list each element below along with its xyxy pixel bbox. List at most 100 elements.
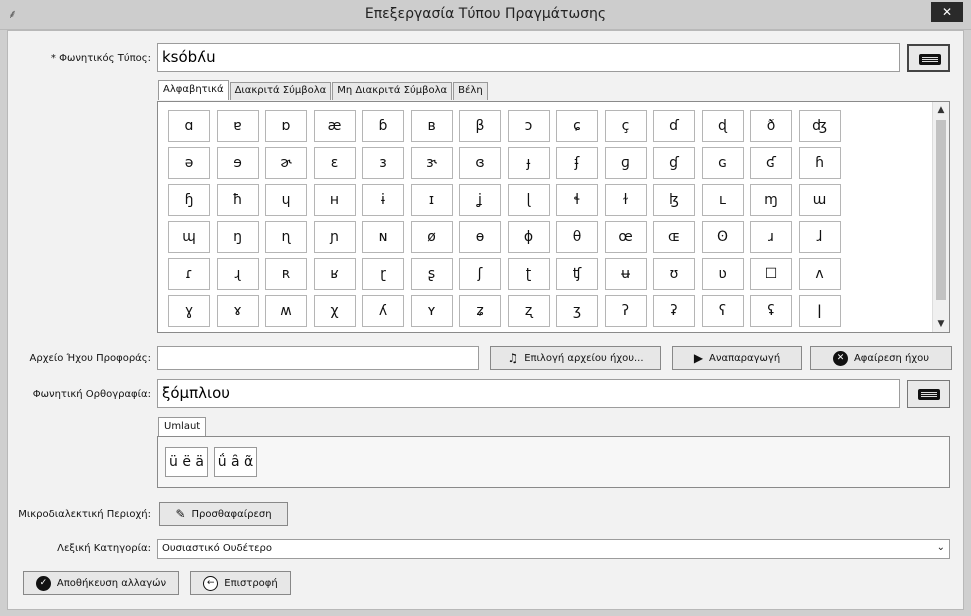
symbol-button[interactable]: ɥ <box>265 184 307 216</box>
symbol-button[interactable]: ɺ <box>798 221 841 253</box>
symbol-button[interactable]: ʃ <box>459 258 501 290</box>
symbol-scrollbar[interactable]: ▲ ▼ <box>932 102 949 332</box>
scroll-down-icon[interactable]: ▼ <box>933 316 949 332</box>
symbol-button[interactable]: ʏ <box>410 295 453 327</box>
symbol-button[interactable]: ʐ <box>507 295 550 327</box>
symbol-button[interactable]: ʜ <box>313 184 356 216</box>
symbol-button[interactable]: æ <box>313 110 356 142</box>
symbol-button[interactable]: ɘ <box>216 147 259 179</box>
symbol-button[interactable]: ʂ <box>410 258 453 290</box>
tab-alphabetic[interactable]: Αλφαβητικά <box>158 80 229 100</box>
symbol-button[interactable]: ʊ <box>653 258 695 290</box>
symbol-button[interactable]: ɱ <box>750 184 792 216</box>
symbol-button[interactable]: ʎ <box>362 295 404 327</box>
symbol-button[interactable]: ɯ <box>798 184 841 216</box>
symbol-button[interactable]: θ <box>556 221 598 253</box>
symbol-button[interactable]: ʢ <box>750 295 792 327</box>
symbol-button[interactable]: ʔ <box>604 295 647 327</box>
symbol-button[interactable]: ʘ <box>701 221 744 253</box>
symbol-button[interactable]: ɮ <box>653 184 695 216</box>
symbol-button[interactable]: ɰ <box>168 221 210 253</box>
phonetic-type-input[interactable]: ksóbʎu <box>157 43 900 72</box>
symbol-button[interactable]: ɴ <box>362 221 404 253</box>
close-button[interactable]: ✕ <box>931 2 963 22</box>
symbol-button[interactable]: ɖ <box>701 110 744 142</box>
symbol-button[interactable]: ŋ <box>216 221 259 253</box>
back-button[interactable]: ← Επιστροφή <box>190 571 291 595</box>
save-button[interactable]: ✓ Αποθήκευση αλλαγών <box>23 571 179 595</box>
symbol-button[interactable]: ʟ <box>701 184 744 216</box>
symbol-button[interactable]: ɑ <box>168 110 210 142</box>
symbol-button[interactable]: ʌ <box>798 258 841 290</box>
choose-audio-button[interactable]: ♫ Επιλογή αρχείου ήχου... <box>490 346 661 370</box>
symbol-button[interactable]: ɤ <box>216 295 259 327</box>
symbol-button[interactable]: ɾ <box>168 258 210 290</box>
symbol-button[interactable]: ɳ <box>265 221 307 253</box>
orthography-input[interactable]: ξόμπλιου <box>157 379 900 408</box>
symbol-button[interactable]: ɸ <box>507 221 550 253</box>
symbol-button[interactable]: β <box>459 110 501 142</box>
symbol-button[interactable]: ɕ <box>556 110 598 142</box>
symbol-button[interactable]: ʧ <box>556 258 598 290</box>
symbol-button[interactable]: ☐ <box>750 258 792 290</box>
symbol-button[interactable]: ɢ <box>701 147 744 179</box>
tab-non-diacritics[interactable]: Μη Διακριτά Σύμβολα <box>332 82 453 100</box>
symbol-button[interactable]: ɧ <box>168 184 210 216</box>
symbol-button[interactable]: ʉ <box>604 258 647 290</box>
tab-umlaut[interactable]: Umlaut <box>158 417 207 437</box>
symbol-button[interactable]: ɐ <box>216 110 259 142</box>
tab-diacritics[interactable]: Διακριτά Σύμβολα <box>229 82 332 100</box>
symbol-button[interactable]: ç <box>604 110 647 142</box>
symbol-button[interactable]: ʄ <box>556 147 598 179</box>
symbol-button[interactable]: ɨ <box>362 184 404 216</box>
symbol-button[interactable]: ɻ <box>216 258 259 290</box>
symbol-button[interactable]: ǁ <box>168 332 210 333</box>
phonetic-keyboard-button[interactable] <box>907 44 950 72</box>
symbol-button[interactable]: ɣ <box>168 295 210 327</box>
symbol-button[interactable]: œ <box>604 221 647 253</box>
audio-file-input[interactable] <box>157 346 479 370</box>
symbol-button[interactable]: ɔ <box>507 110 550 142</box>
umlaut-button-2[interactable]: ǘ ȃ ᾶ <box>214 447 257 477</box>
symbol-button[interactable]: ʛ <box>750 147 792 179</box>
symbol-button[interactable]: ɬ <box>556 184 598 216</box>
symbol-button[interactable]: ɗ <box>653 110 695 142</box>
symbol-button[interactable]: ɪ <box>410 184 453 216</box>
tab-arrows[interactable]: Βέλη <box>453 82 488 100</box>
symbol-button[interactable]: ɒ <box>265 110 307 142</box>
symbol-button[interactable]: ə <box>168 147 210 179</box>
symbol-button[interactable]: ʕ <box>701 295 744 327</box>
symbol-button[interactable]: ʀ <box>265 258 307 290</box>
symbol-button[interactable]: ɶ <box>653 221 695 253</box>
symbol-button[interactable]: ɹ <box>750 221 792 253</box>
scroll-thumb[interactable] <box>936 120 946 300</box>
umlaut-button-1[interactable]: ü ë ä <box>165 447 208 477</box>
symbol-button[interactable]: ǂ <box>217 332 259 333</box>
symbol-button[interactable]: ð <box>750 110 792 142</box>
scroll-up-icon[interactable]: ▲ <box>933 102 949 118</box>
symbol-button[interactable]: ɲ <box>313 221 356 253</box>
remove-audio-button[interactable]: ✕ Αφαίρεση ήχου <box>810 346 952 370</box>
orthography-keyboard-button[interactable] <box>907 380 950 408</box>
symbol-button[interactable]: ɫ <box>604 184 647 216</box>
symbol-button[interactable]: ɭ <box>507 184 550 216</box>
symbol-button[interactable]: ɜ <box>362 147 404 179</box>
symbol-button[interactable]: ɵ <box>459 221 501 253</box>
symbol-button[interactable]: χ <box>313 295 356 327</box>
symbol-button[interactable]: ɝ <box>410 147 453 179</box>
symbol-button[interactable]: ʙ <box>410 110 453 142</box>
symbol-button[interactable]: ɛ <box>313 147 356 179</box>
symbol-button[interactable]: ɞ <box>459 147 501 179</box>
symbol-button[interactable]: ǃ <box>265 332 307 333</box>
symbol-button[interactable]: ɽ <box>362 258 404 290</box>
symbol-button[interactable]: ɡ <box>604 147 647 179</box>
add-remove-region-button[interactable]: ✎ Προσθαφαίρεση <box>159 502 288 526</box>
symbol-button[interactable]: ɟ <box>507 147 550 179</box>
symbol-button[interactable]: ʋ <box>701 258 744 290</box>
symbol-button[interactable]: ɦ <box>798 147 841 179</box>
symbol-button[interactable]: ħ <box>216 184 259 216</box>
symbol-button[interactable]: ʤ <box>798 110 841 142</box>
symbol-button[interactable]: ʡ <box>653 295 695 327</box>
play-button[interactable]: ▶ Αναπαραγωγή <box>672 346 802 370</box>
symbol-button[interactable]: ʑ <box>459 295 501 327</box>
